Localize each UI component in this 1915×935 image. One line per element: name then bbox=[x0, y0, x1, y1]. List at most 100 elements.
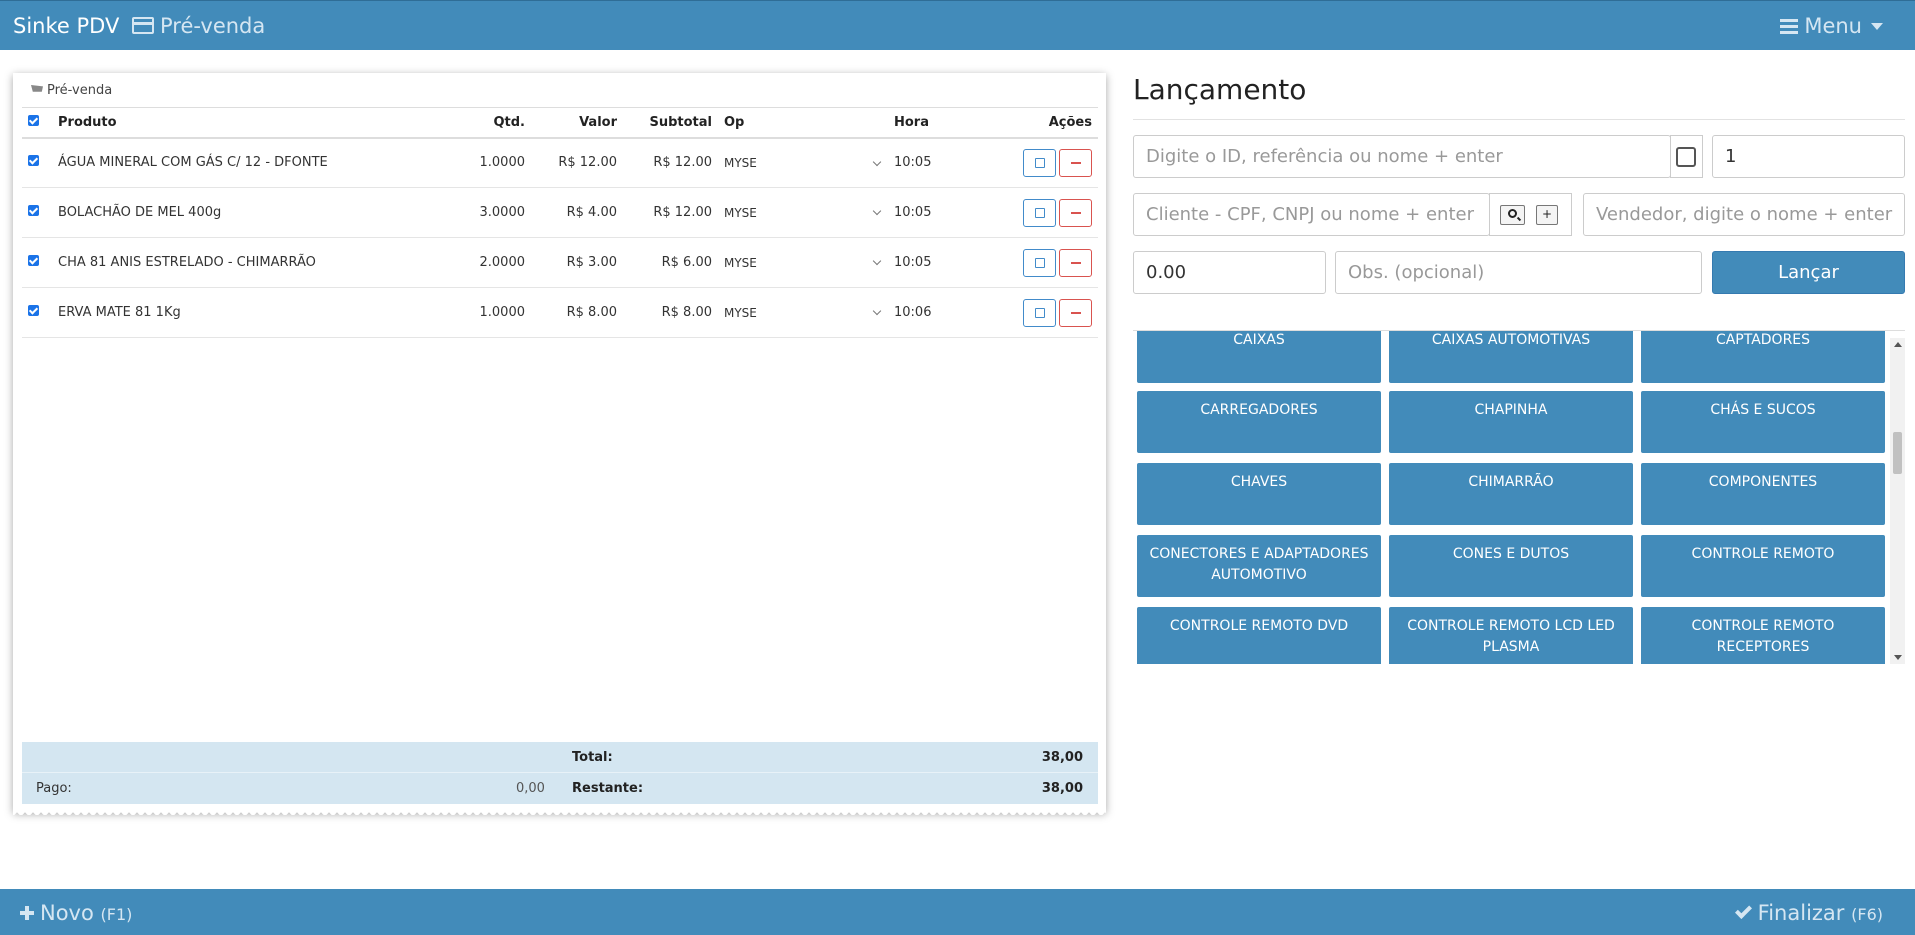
checkbox-icon bbox=[28, 255, 39, 266]
checkbox-icon bbox=[28, 305, 39, 316]
cell-produto: ERVA MATE 81 1Kg bbox=[52, 287, 451, 338]
op-select[interactable]: MYSE bbox=[718, 187, 888, 238]
scroll-thumb[interactable] bbox=[1893, 432, 1902, 474]
checkbox-icon bbox=[28, 205, 39, 216]
cliente-actions: + bbox=[1489, 193, 1572, 236]
cliente-input[interactable]: Cliente - CPF, CNPJ ou nome + enter bbox=[1133, 193, 1490, 236]
divider bbox=[1133, 119, 1905, 120]
pago-value: 0,00 bbox=[516, 781, 545, 796]
cell-valor: R$ 12.00 bbox=[531, 137, 623, 188]
obs-input[interactable]: Obs. (opcional) bbox=[1335, 251, 1702, 294]
search-client-button[interactable] bbox=[1500, 205, 1525, 225]
search-icon bbox=[1508, 209, 1517, 218]
category-button[interactable]: CAPTADORES bbox=[1641, 331, 1885, 383]
category-button[interactable]: CONTROLE REMOTO DVD bbox=[1137, 607, 1381, 664]
category-button[interactable]: COMPONENTES bbox=[1641, 463, 1885, 525]
remove-button[interactable] bbox=[1059, 248, 1092, 277]
plus-icon bbox=[20, 906, 34, 920]
finalizar-button[interactable]: Finalizar (F6) bbox=[1734, 901, 1883, 925]
edit-button[interactable] bbox=[1023, 248, 1056, 277]
restante-value: 38,00 bbox=[1041, 781, 1083, 796]
lancar-button[interactable]: Lançar bbox=[1712, 251, 1905, 294]
table-row: ÁGUA MINERAL COM GÁS C/ 12 - DFONTE 1.00… bbox=[22, 137, 1098, 188]
category-button[interactable]: CARREGADORES bbox=[1137, 391, 1381, 453]
op-select[interactable]: MYSE bbox=[718, 237, 888, 288]
category-button[interactable]: CONTROLE REMOTO bbox=[1641, 535, 1885, 597]
remove-button[interactable] bbox=[1059, 298, 1092, 327]
cell-qtd: 1.0000 bbox=[451, 137, 531, 188]
vendedor-input[interactable]: Vendedor, digite o nome + enter bbox=[1583, 193, 1905, 236]
chevron-down-icon bbox=[872, 157, 882, 166]
op-select[interactable]: MYSE bbox=[718, 287, 888, 338]
pre-venda-panel: Pré-venda Produto Qtd. Valor Subtotal Op… bbox=[13, 73, 1106, 815]
row-checkbox[interactable] bbox=[22, 287, 52, 338]
credit-card-icon bbox=[132, 17, 154, 34]
totals-row bbox=[22, 742, 1098, 773]
menu-dropdown[interactable]: Menu bbox=[1780, 14, 1883, 38]
totals-box: Total: 38,00 Pago: 0,00 Restante: 38,00 bbox=[22, 742, 1098, 804]
row-checkbox[interactable] bbox=[22, 187, 52, 238]
category-button[interactable]: CAIXAS bbox=[1137, 331, 1381, 383]
col-op: Op bbox=[718, 107, 888, 139]
price-input[interactable]: 0.00 bbox=[1133, 251, 1326, 294]
op-value: MYSE bbox=[724, 305, 757, 320]
novo-label: Novo bbox=[40, 901, 94, 925]
scroll-up-icon[interactable] bbox=[1894, 342, 1902, 347]
cell-subtotal: R$ 6.00 bbox=[623, 237, 718, 288]
category-button[interactable]: CHÁS E SUCOS bbox=[1641, 391, 1885, 453]
row-checkbox[interactable] bbox=[22, 237, 52, 288]
cell-valor: R$ 8.00 bbox=[531, 287, 623, 338]
cell-subtotal: R$ 12.00 bbox=[623, 137, 718, 188]
edit-button[interactable] bbox=[1023, 148, 1056, 177]
remove-button[interactable] bbox=[1059, 198, 1092, 227]
col-subtotal: Subtotal bbox=[623, 107, 718, 139]
finalizar-shortcut: (F6) bbox=[1851, 905, 1883, 924]
cell-produto: ÁGUA MINERAL COM GÁS C/ 12 - DFONTE bbox=[52, 137, 451, 188]
row-checkbox[interactable] bbox=[22, 137, 52, 188]
op-select[interactable]: MYSE bbox=[718, 137, 888, 188]
checkbox-icon bbox=[1676, 147, 1696, 167]
category-button[interactable]: CONECTORES E ADAPTADORES AUTOMOTIVO bbox=[1137, 535, 1381, 597]
category-button[interactable]: CHAVES bbox=[1137, 463, 1381, 525]
category-button[interactable]: CHAPINHA bbox=[1389, 391, 1633, 453]
category-grid: CAIXAS CAIXAS AUTOMOTIVAS CAPTADORES CAR… bbox=[1133, 330, 1905, 664]
quantity-input[interactable]: 1 bbox=[1712, 135, 1905, 178]
receipt-edge bbox=[13, 811, 1106, 815]
category-button[interactable]: CONTROLE REMOTO LCD LED PLASMA bbox=[1389, 607, 1633, 664]
category-button[interactable]: CHIMARRÃO bbox=[1389, 463, 1633, 525]
brand-logo[interactable]: Sinke PDV bbox=[13, 14, 119, 38]
scroll-down-icon[interactable] bbox=[1894, 655, 1902, 660]
cell-acoes bbox=[998, 187, 1098, 238]
nav-pre-venda[interactable]: Pré-venda bbox=[132, 14, 265, 38]
caret-down-icon bbox=[1871, 23, 1883, 30]
select-all-checkbox[interactable] bbox=[22, 107, 52, 139]
restante-label: Restante: bbox=[572, 781, 644, 796]
finalizar-label: Finalizar bbox=[1757, 901, 1845, 925]
col-hora: Hora bbox=[888, 107, 998, 139]
category-scrollbar[interactable] bbox=[1890, 338, 1905, 664]
hamburger-icon bbox=[1780, 19, 1799, 34]
category-button[interactable]: CONES E DUTOS bbox=[1389, 535, 1633, 597]
add-client-button[interactable]: + bbox=[1536, 205, 1558, 225]
op-value: MYSE bbox=[724, 205, 757, 220]
chevron-down-icon bbox=[872, 206, 882, 216]
cart-icon bbox=[31, 85, 43, 92]
col-valor: Valor bbox=[531, 107, 623, 139]
cell-subtotal: R$ 8.00 bbox=[623, 287, 718, 338]
panel-title: Pré-venda bbox=[31, 83, 112, 98]
cell-valor: R$ 4.00 bbox=[531, 187, 623, 238]
remove-button[interactable] bbox=[1059, 148, 1092, 177]
product-search-input[interactable]: Digite o ID, referência ou nome + enter bbox=[1133, 135, 1671, 178]
menu-label: Menu bbox=[1804, 14, 1862, 38]
cell-qtd: 3.0000 bbox=[451, 187, 531, 238]
checkbox-icon bbox=[28, 155, 39, 167]
exact-match-checkbox[interactable] bbox=[1670, 135, 1703, 178]
table-header: Produto Qtd. Valor Subtotal Op Hora Açõe… bbox=[22, 107, 1098, 139]
check-icon bbox=[1734, 902, 1752, 919]
pago-label: Pago: bbox=[36, 781, 72, 796]
novo-button[interactable]: Novo (F1) bbox=[20, 901, 132, 925]
edit-button[interactable] bbox=[1023, 298, 1056, 327]
category-button[interactable]: CAIXAS AUTOMOTIVAS bbox=[1389, 331, 1633, 383]
edit-button[interactable] bbox=[1023, 198, 1056, 227]
category-button[interactable]: CONTROLE REMOTO RECEPTORES bbox=[1641, 607, 1885, 664]
